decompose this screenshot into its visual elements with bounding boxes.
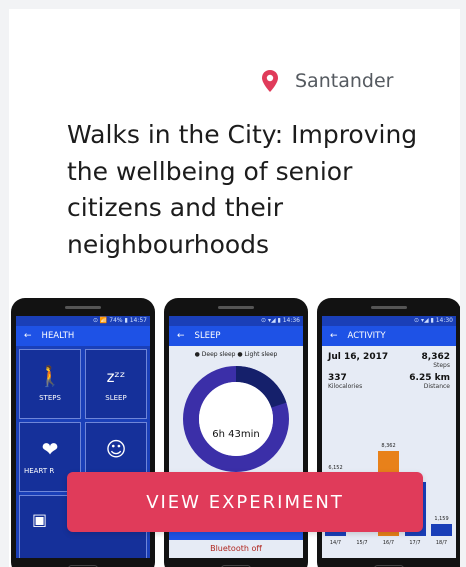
kcal-label: Kilocalories bbox=[328, 383, 363, 390]
status-bar: ⊙ 📶 74% ▮ 14:57 bbox=[16, 316, 150, 326]
back-arrow-icon[interactable]: ← bbox=[177, 331, 185, 341]
steps-label-row: Steps bbox=[322, 362, 456, 369]
activity-bar-value: 6,152 bbox=[328, 465, 343, 472]
activity-distance: 6.25 km bbox=[409, 373, 450, 383]
tile-label: SLEEP bbox=[105, 394, 127, 402]
activity-summary-row: Jul 16, 2017 8,362 bbox=[322, 352, 456, 362]
phone-speaker bbox=[218, 306, 254, 309]
status-bar: ⊙ ▾◢ ▮ 14:30 bbox=[322, 316, 456, 326]
activity-steps: 8,362 bbox=[421, 352, 450, 362]
activity-bar-day: 14/7 bbox=[329, 540, 342, 546]
health-header: HEALTH bbox=[41, 331, 75, 341]
tile-sleep[interactable]: zᶻᶻ SLEEP bbox=[85, 349, 147, 419]
experiment-title: Walks in the City: Improving the wellbei… bbox=[67, 120, 418, 259]
tile-label: STEPS bbox=[39, 394, 61, 402]
sleep-app-bar: ← SLEEP bbox=[169, 326, 303, 346]
zzz-icon: zᶻᶻ bbox=[106, 368, 126, 386]
distance-label: Distance bbox=[423, 383, 450, 390]
donut-center bbox=[199, 382, 273, 456]
sleep-legend: ● Deep sleep ● Light sleep bbox=[194, 351, 278, 358]
experiment-card: Santander Walks in the City: Improving t… bbox=[9, 9, 460, 567]
activity-kcal: 337 bbox=[328, 373, 347, 383]
activity-bar-day: 18/7 bbox=[435, 540, 448, 546]
steps-label: Steps bbox=[433, 362, 450, 369]
view-experiment-button[interactable]: VIEW EXPERIMENT bbox=[67, 472, 423, 532]
back-arrow-icon[interactable]: ← bbox=[330, 331, 338, 341]
phone-speaker bbox=[371, 306, 407, 309]
activity-bar-value: 1,159 bbox=[434, 516, 449, 523]
doctor-icon: ☺ bbox=[105, 437, 127, 461]
activity-header: ACTIVITY bbox=[347, 331, 386, 341]
sleep-total: 6h 43min bbox=[212, 429, 260, 440]
health-app-bar: ← HEALTH bbox=[16, 326, 150, 346]
heart-pulse-icon: ❤ bbox=[41, 437, 59, 461]
activity-bar-day: 17/7 bbox=[409, 540, 421, 546]
status-bar: ⊙ ▾◢ ▮ 14:36 bbox=[169, 316, 303, 326]
activity-bar-value: 8,362 bbox=[381, 443, 396, 449]
sleep-donut-chart bbox=[183, 366, 289, 472]
sleep-header: SLEEP bbox=[194, 331, 221, 341]
back-arrow-icon[interactable]: ← bbox=[24, 331, 32, 341]
activity-bar-day: 15/7 bbox=[356, 540, 368, 546]
activity-bar-day: 16/7 bbox=[382, 540, 395, 546]
phone-speaker bbox=[65, 306, 101, 309]
stats-label-row: Kilocalories Distance bbox=[322, 383, 456, 390]
location-name: Santander bbox=[295, 70, 394, 92]
activity-date: Jul 16, 2017 bbox=[328, 352, 389, 362]
map-pin-icon bbox=[262, 70, 278, 92]
location: Santander bbox=[261, 69, 393, 93]
walking-person-icon: 🚶 bbox=[37, 364, 63, 388]
bluetooth-status: Bluetooth off bbox=[210, 544, 262, 553]
activity-bar-18-7 bbox=[431, 524, 452, 536]
activity-stats-row: 337 6.25 km bbox=[322, 373, 456, 383]
activity-app-bar: ← ACTIVITY bbox=[322, 326, 456, 346]
tile-steps[interactable]: 🚶 STEPS bbox=[19, 349, 81, 419]
